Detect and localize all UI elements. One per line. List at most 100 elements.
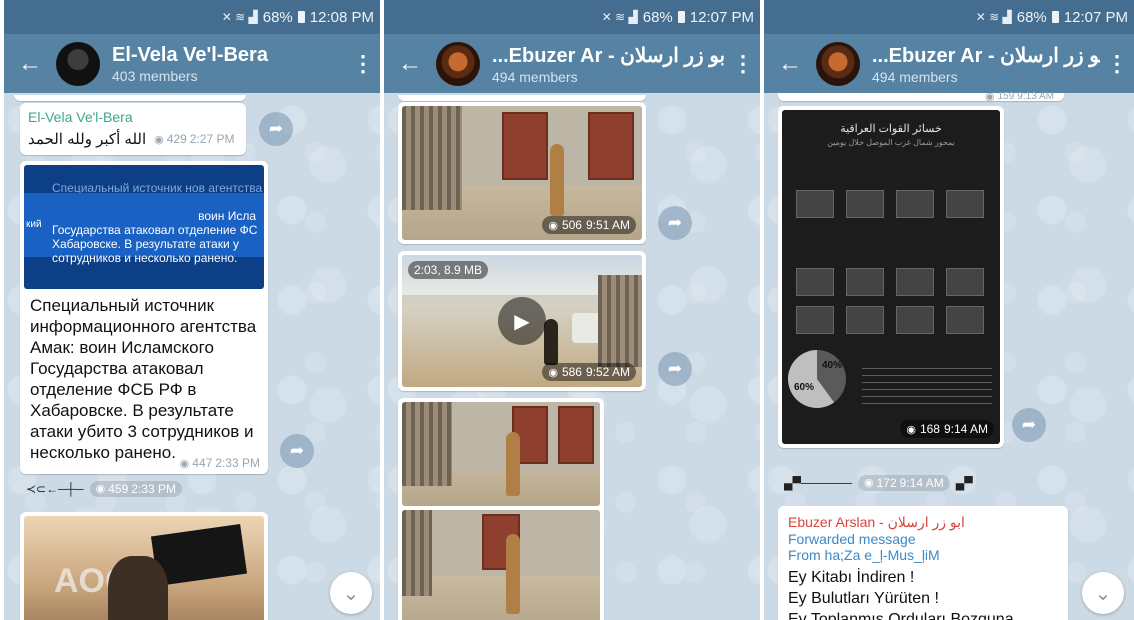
message-time: 2:33 PM bbox=[131, 482, 176, 496]
infographic-pie bbox=[788, 350, 846, 408]
infographic-tile bbox=[796, 268, 834, 296]
forwarded-from[interactable]: From ha;Za e_ļ-Mus_ļiM bbox=[788, 547, 1058, 563]
view-count: 172 bbox=[876, 476, 897, 490]
more-vertical-icon[interactable]: ⋮ bbox=[346, 51, 380, 77]
member-count: 494 members bbox=[492, 68, 578, 85]
message-time: 9:14 AM bbox=[943, 422, 988, 436]
message-time: 9:13 AM bbox=[1017, 91, 1054, 102]
message-bubble-cut bbox=[14, 95, 246, 101]
message-bubble[interactable]: Специальный источник нов агентства Амак:… bbox=[20, 161, 268, 474]
message-image[interactable]: Специальный источник нов агентства Амак:… bbox=[24, 165, 264, 289]
door-shape bbox=[558, 406, 594, 464]
chat-info[interactable]: ...Ebuzer Ar - ابو زر ارسلان 494 members bbox=[492, 43, 726, 85]
door-shape bbox=[588, 112, 634, 180]
eye-icon: ◉ bbox=[906, 423, 916, 436]
message-image[interactable]: خسائر القوات العراقية بمحور شمال غرب الم… bbox=[782, 110, 1000, 444]
message-time: 9:52 AM bbox=[585, 365, 630, 379]
forwarded-label: Forwarded message bbox=[788, 531, 916, 547]
view-count: 459 bbox=[108, 482, 129, 496]
message-image[interactable] bbox=[402, 402, 600, 506]
infographic-title: خسائر القوات العراقية bbox=[840, 123, 942, 135]
message-bubble[interactable]: ◉ 506 9:51 AM bbox=[398, 102, 646, 244]
video-info: 2:03, 8.9 MB bbox=[408, 261, 489, 279]
banner-line: Государства атаковал отделение ФС bbox=[52, 223, 258, 237]
message-meta: ◉ 172 9:14 AM bbox=[858, 475, 950, 491]
status-bar: ✕ ≋ ▟ 68% 12:07 PM bbox=[764, 0, 1134, 34]
infographic-tile bbox=[896, 306, 934, 334]
message-text: الله أكبر ولله الحمد bbox=[28, 131, 147, 148]
eye-icon: ◉ bbox=[95, 483, 106, 495]
share-icon[interactable]: ➦ bbox=[1012, 408, 1046, 442]
chevron-down-icon[interactable]: ⌄ bbox=[330, 572, 372, 614]
infographic-tile bbox=[846, 306, 884, 334]
chat-info[interactable]: ...Ebuzer Ar - ابو زر ارسلان 494 members bbox=[872, 43, 1100, 85]
chevron-down-icon[interactable]: ⌄ bbox=[1082, 572, 1124, 614]
infographic-tile bbox=[846, 190, 884, 218]
person-shape bbox=[506, 432, 520, 496]
message-bubble[interactable]: AOG bbox=[20, 512, 268, 620]
image-scene: AOG bbox=[24, 516, 264, 620]
message-bubble[interactable]: El-Vela Ve'l-Bera الله أكبر ولله الحمد ◉… bbox=[20, 103, 246, 155]
arrow-left-icon[interactable]: ← bbox=[384, 51, 436, 76]
chat-avatar[interactable] bbox=[816, 41, 860, 86]
play-icon[interactable]: ▶ bbox=[498, 297, 546, 345]
chat-avatar[interactable] bbox=[56, 41, 100, 86]
message-image[interactable]: AOG bbox=[24, 516, 264, 620]
message-bubble[interactable]: Ebuzer Arslan - ابو زر ارسلان Forwarded … bbox=[778, 506, 1068, 620]
image-scene bbox=[402, 510, 600, 620]
more-vertical-icon[interactable]: ⋮ bbox=[726, 51, 760, 77]
arrow-left-icon[interactable]: ← bbox=[4, 51, 56, 76]
battery-percent: 68% bbox=[262, 8, 293, 26]
fence-shape bbox=[402, 106, 462, 210]
media-meta: ◉ 586 9:52 AM bbox=[542, 363, 636, 381]
message-bubble-cut: ◉ 159 9:13 AM bbox=[778, 91, 1064, 103]
status-bar: ✕ ≋ ▟ 68% 12:07 PM bbox=[384, 0, 760, 34]
person-shape bbox=[108, 556, 168, 620]
message-image[interactable] bbox=[402, 510, 600, 620]
eye-icon: ◉ bbox=[548, 366, 558, 379]
message-meta: ◉ 429 2:27 PM bbox=[154, 132, 234, 146]
media-meta: ◉ 168 9:14 AM bbox=[900, 420, 994, 438]
view-count: 168 bbox=[919, 422, 940, 436]
share-icon[interactable]: ➦ bbox=[259, 112, 293, 146]
view-count: 429 bbox=[166, 132, 187, 146]
infographic-tile bbox=[896, 268, 934, 296]
battery-icon bbox=[297, 11, 305, 23]
message-image[interactable]: ◉ 506 9:51 AM bbox=[402, 106, 642, 240]
member-count: 494 members bbox=[872, 68, 958, 85]
battery-percent: 68% bbox=[1016, 8, 1047, 26]
divider-ornament: ≺⊂←─┼─ ◉ 459 2:33 PM bbox=[26, 481, 182, 497]
phone-screen-1: ✕ ≋ ▟ 68% 12:08 PM ← El-Vela Ve'l-Bera 4… bbox=[4, 0, 380, 620]
status-bar: ✕ ≋ ▟ 68% 12:08 PM bbox=[4, 0, 380, 34]
share-icon[interactable]: ➦ bbox=[280, 434, 314, 468]
more-vertical-icon[interactable]: ⋮ bbox=[1100, 51, 1134, 77]
chat-info[interactable]: El-Vela Ve'l-Bera 403 members bbox=[112, 44, 346, 84]
infographic-tile bbox=[946, 190, 984, 218]
clock: 12:07 PM bbox=[1063, 8, 1128, 26]
ornament-icon: ▄▀────── bbox=[784, 476, 853, 490]
news-banner: Специальный источник нов агентства Амак:… bbox=[24, 165, 264, 289]
forward-sender[interactable]: Ebuzer Arslan - ابو زر ارسلان bbox=[788, 514, 1058, 531]
chat-title: El-Vela Ve'l-Bera bbox=[112, 43, 268, 66]
infographic-tile bbox=[896, 190, 934, 218]
message-video[interactable]: 2:03, 8.9 MB ▶ ◉ 586 9:52 AM bbox=[402, 255, 642, 387]
phone-screen-2: ✕ ≋ ▟ 68% 12:07 PM ← ...Ebuzer Ar - ابو … bbox=[384, 0, 760, 620]
banner-line: Хабаровске. В результате атаки у bbox=[52, 237, 239, 251]
message-bubble[interactable] bbox=[398, 398, 604, 620]
message-bubble[interactable]: خسائر القوات العراقية بمحور شمال غرب الم… bbox=[778, 106, 1004, 448]
message-time: 9:51 AM bbox=[585, 218, 630, 232]
view-count: 586 bbox=[561, 365, 582, 379]
message-line: Ey Bulutları Yürüten ! bbox=[788, 590, 939, 607]
eye-icon: ◉ bbox=[548, 219, 558, 232]
message-sender: El-Vela Ve'l-Bera bbox=[28, 109, 133, 125]
member-count: 403 members bbox=[112, 67, 198, 84]
chat-title: ...Ebuzer Ar - ابو زر ارسلان bbox=[872, 44, 1100, 67]
share-icon[interactable]: ➦ bbox=[658, 352, 692, 386]
chat-avatar[interactable] bbox=[436, 41, 480, 86]
battery-percent: 68% bbox=[642, 8, 673, 26]
share-icon[interactable]: ➦ bbox=[658, 206, 692, 240]
message-text: Специальный источник информационного аге… bbox=[30, 296, 257, 462]
arrow-left-icon[interactable]: ← bbox=[764, 51, 816, 76]
fence-shape bbox=[402, 510, 432, 596]
message-bubble[interactable]: 2:03, 8.9 MB ▶ ◉ 586 9:52 AM bbox=[398, 251, 646, 391]
